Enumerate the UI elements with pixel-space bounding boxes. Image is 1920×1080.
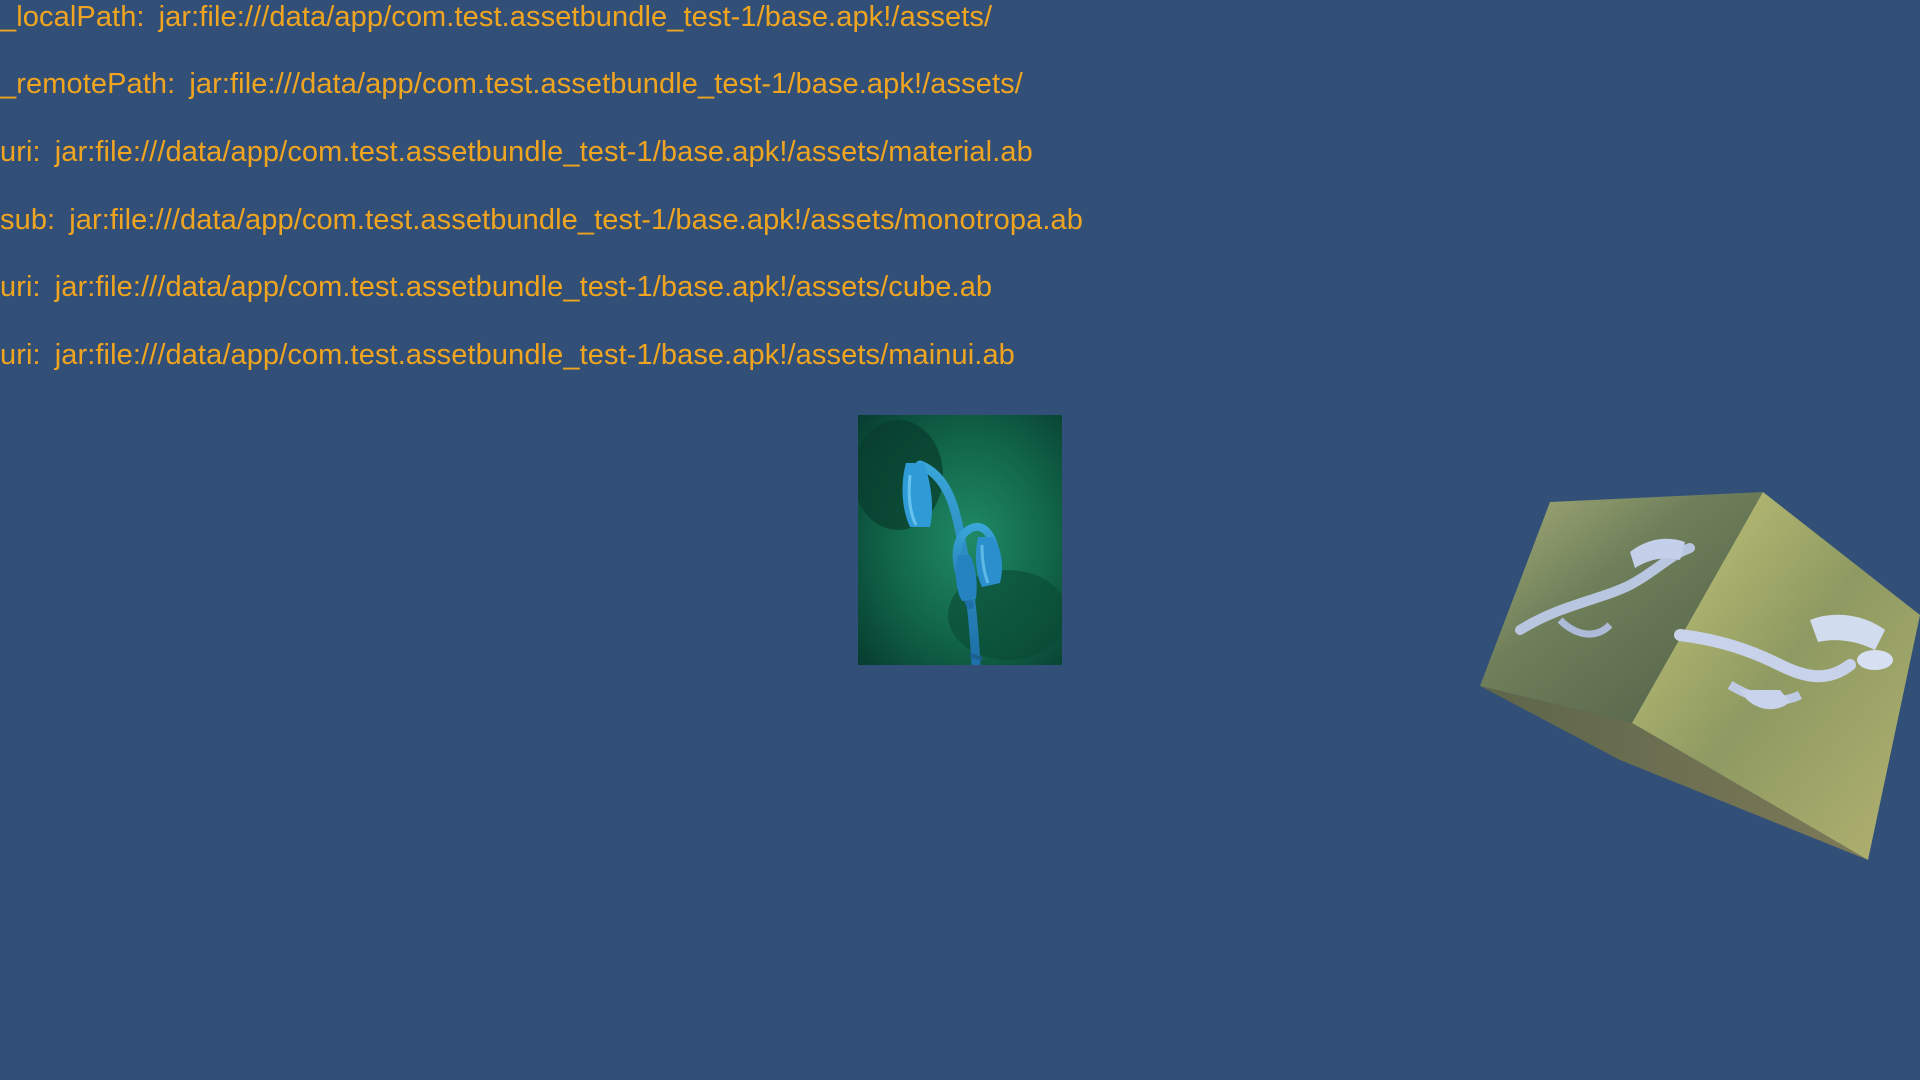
log-value: jar:file:///data/app/com.test.assetbundl… — [54, 339, 1015, 371]
log-line-mainui-uri: uri: jar:file:///data/app/com.test.assetb… — [0, 337, 1015, 373]
textured-cube — [1480, 490, 1920, 860]
log-line-material-uri: uri: jar:file:///data/app/com.test.assetb… — [0, 134, 1033, 170]
log-line-cube-uri: uri: jar:file:///data/app/com.test.assetb… — [0, 269, 992, 305]
log-value: jar:file:///data/app/com.test.assetbundl… — [54, 136, 1033, 168]
log-key: _remotePath: — [0, 68, 176, 100]
log-value: jar:file:///data/app/com.test.assetbundl… — [158, 1, 993, 33]
log-line-local-path: _localPath: jar:file:///data/app/com.test… — [0, 0, 992, 35]
unity-scene-view: _localPath: jar:file:///data/app/com.test… — [0, 0, 1920, 1080]
log-key: uri: — [0, 339, 41, 371]
log-value: jar:file:///data/app/com.test.assetbundl… — [54, 271, 993, 303]
log-key: _localPath: — [0, 1, 145, 33]
log-line-remote-path: _remotePath: jar:file:///data/app/com.tes… — [0, 66, 1023, 102]
log-value: jar:file:///data/app/com.test.assetbundl… — [69, 204, 1083, 236]
monotropa-flower-image — [858, 415, 1062, 665]
log-key: sub: — [0, 204, 56, 236]
log-value: jar:file:///data/app/com.test.assetbundl… — [189, 68, 1023, 100]
log-key: uri: — [0, 136, 41, 168]
log-key: uri: — [0, 271, 41, 303]
log-line-monotropa-sub: sub: jar:file:///data/app/com.test.assetb… — [0, 202, 1083, 238]
